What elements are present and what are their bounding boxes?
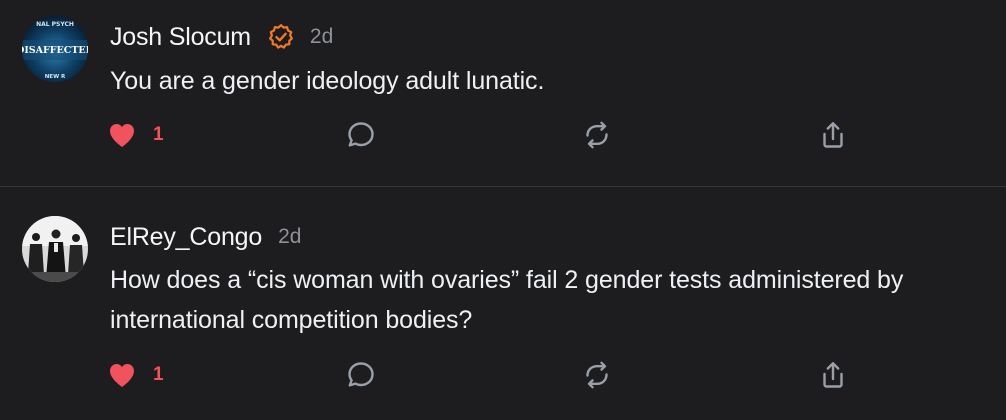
reply-post[interactable]: ElRey_Congo 2d How does a “cis woman wit…: [0, 187, 1006, 420]
reply-post[interactable]: NAL PSYCH DISAFFECTED NEW R Josh Slocum …: [0, 0, 1006, 186]
post-actions: 1: [0, 115, 1006, 155]
avatar-main-text: DISAFFECTED: [22, 45, 88, 56]
repost-icon: [582, 120, 612, 150]
like-button[interactable]: 1: [108, 115, 164, 155]
author-name[interactable]: ElRey_Congo: [110, 223, 262, 252]
comment-bubble-icon: [346, 360, 376, 390]
share-icon: [818, 120, 848, 150]
post-time[interactable]: 2d: [278, 225, 301, 249]
post-header: ElRey_Congo 2d: [110, 220, 301, 254]
avatar-bottom-text: NEW R: [45, 74, 66, 80]
heart-icon: [108, 362, 136, 388]
thread-replies: NAL PSYCH DISAFFECTED NEW R Josh Slocum …: [0, 0, 1006, 420]
reply-button[interactable]: [346, 115, 376, 155]
post-text: How does a “cis woman with ovaries” fail…: [110, 266, 904, 334]
repost-button[interactable]: [582, 115, 612, 155]
avatar-image: NAL PSYCH DISAFFECTED NEW R: [22, 16, 88, 82]
like-button[interactable]: 1: [108, 355, 164, 395]
post-actions: 1: [0, 355, 1006, 395]
avatar[interactable]: [22, 216, 88, 282]
repost-icon: [582, 360, 612, 390]
comment-bubble-icon: [346, 120, 376, 150]
share-button[interactable]: [818, 115, 848, 155]
avatar-top-text: NAL PSYCH: [36, 21, 74, 28]
avatar-image: [22, 216, 88, 282]
share-icon: [818, 360, 848, 390]
post-header: Josh Slocum 2d: [110, 20, 333, 54]
repost-button[interactable]: [582, 355, 612, 395]
author-name[interactable]: Josh Slocum: [110, 23, 251, 52]
heart-icon: [108, 122, 136, 148]
avatar[interactable]: NAL PSYCH DISAFFECTED NEW R: [22, 16, 88, 82]
post-text: You are a gender ideology adult lunatic.: [110, 67, 545, 95]
like-count: 1: [153, 124, 164, 145]
verified-check-icon: [267, 23, 295, 51]
reply-button[interactable]: [346, 355, 376, 395]
share-button[interactable]: [818, 355, 848, 395]
post-time[interactable]: 2d: [310, 25, 333, 49]
like-count: 1: [153, 364, 164, 385]
